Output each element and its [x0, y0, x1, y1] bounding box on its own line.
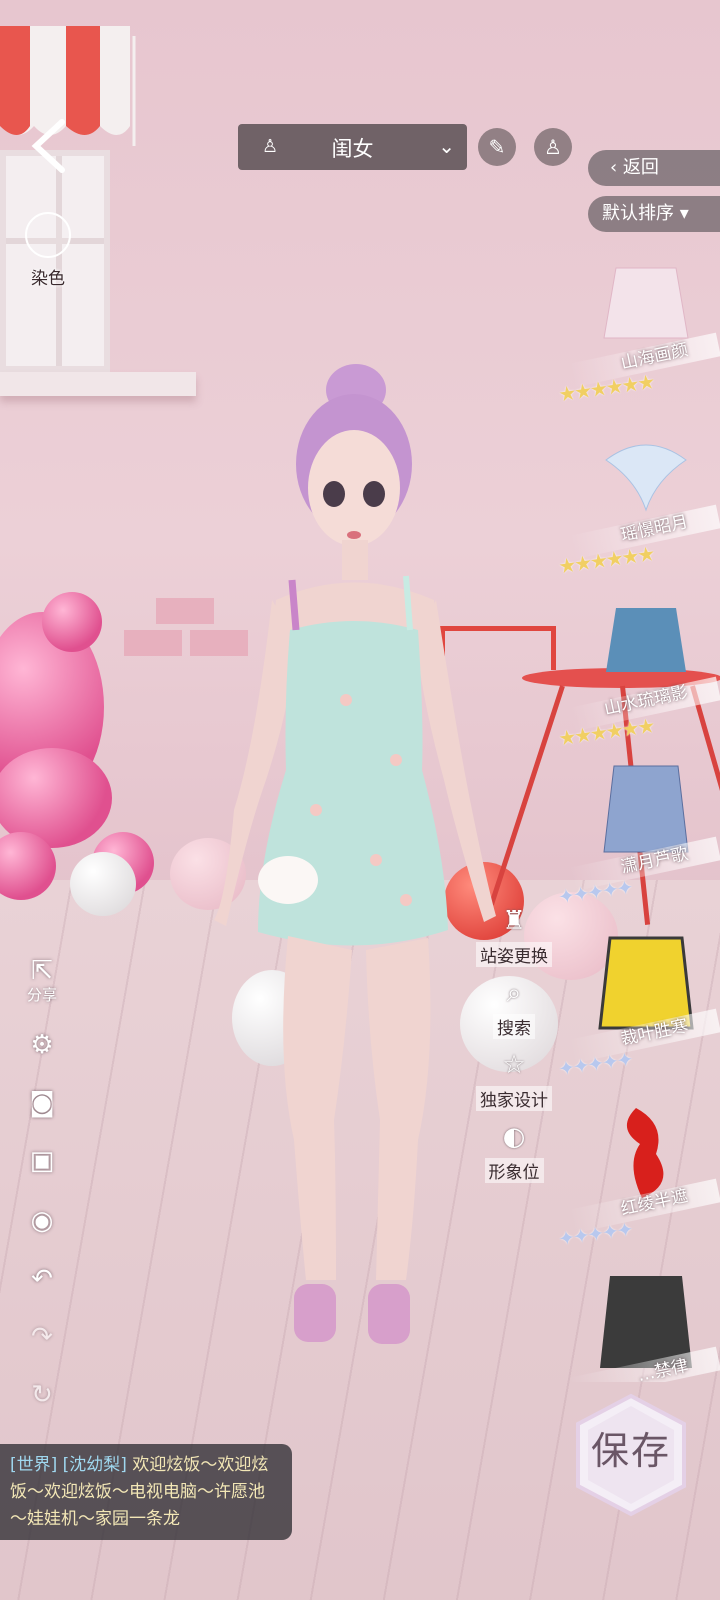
reset-icon: ↻	[31, 1380, 53, 1410]
chat-channel: [世界]	[10, 1455, 58, 1475]
dye-label: 染色	[31, 269, 65, 289]
share-label: 分享	[26, 986, 57, 1004]
undo-button[interactable]: ↶	[20, 1264, 64, 1294]
back-arrow-icon[interactable]	[24, 118, 80, 174]
clothing-item[interactable]: 裁叶胜寒 ✦✦✦✦✦	[556, 934, 720, 1102]
palette-icon	[25, 212, 71, 258]
exclusive-design-button[interactable]: ☆ 独家设计	[472, 1048, 556, 1111]
clothing-item[interactable]: 山海画颜 ★★★★★★	[556, 258, 720, 426]
clothing-item[interactable]: 山水琉璃影 ★★★★★★	[556, 602, 720, 770]
star-rating: ✦✦✦✦✦	[556, 1046, 634, 1082]
toggle-ui-button[interactable]: ◉	[20, 1206, 64, 1236]
chevron-left-icon: ‹	[610, 157, 623, 178]
eye-icon: ◉	[30, 1206, 54, 1236]
image-slot-button[interactable]: ◐ 形象位	[472, 1120, 556, 1183]
player-character	[214, 364, 496, 1344]
dye-button[interactable]: 染色	[20, 212, 76, 289]
search-button[interactable]: ⌕ 搜索	[472, 976, 556, 1039]
redo-icon: ↷	[31, 1322, 53, 1352]
sort-dropdown[interactable]: 默认排序 ▾	[588, 196, 720, 232]
share-icon: ⇱	[31, 956, 53, 986]
category-label: 闺女	[331, 137, 374, 161]
clothing-item[interactable]: …禁律	[556, 1272, 720, 1382]
undo-icon: ↶	[31, 1264, 53, 1294]
return-button[interactable]: ‹ 返回	[588, 150, 720, 186]
redo-button[interactable]: ↷	[20, 1322, 64, 1352]
world-chat-panel[interactable]: [世界] [沈幼梨] 欢迎炫饭～欢迎炫饭～欢迎炫饭～电视电脑～许愿池～娃娃机～家…	[0, 1444, 292, 1540]
clothing-item[interactable]: 潇月芦歌 ✦✦✦✦✦	[556, 762, 720, 930]
star-rating: ✦✦✦✦✦	[556, 1216, 634, 1252]
image-icon: ▣	[29, 1146, 55, 1176]
clothing-item[interactable]: 瑶憬昭月 ★★★★★★	[556, 430, 720, 598]
clothing-item[interactable]: 红绫半遮 ✦✦✦✦✦	[556, 1104, 720, 1272]
outfit-button[interactable]: ♙	[534, 128, 572, 166]
save-label: 保存	[590, 1429, 671, 1473]
balloon	[70, 852, 136, 916]
star-rating: ✦✦✦✦✦	[556, 874, 634, 910]
brush-button[interactable]: ✎	[478, 128, 516, 166]
return-label: 返回	[622, 157, 659, 178]
camera-button[interactable]: ◙	[20, 1088, 64, 1118]
person-icon: ♜	[502, 906, 526, 936]
window-sill	[0, 372, 196, 396]
share-button[interactable]: ⇱ 分享	[20, 956, 64, 1005]
gallery-button[interactable]: ▣	[20, 1146, 64, 1176]
chat-user: [沈幼梨]	[62, 1455, 127, 1475]
search-icon: ⌕	[506, 978, 522, 1008]
settings-button[interactable]: ⚙	[20, 1030, 64, 1060]
category-selector[interactable]: ♙ 闺女 ⌄	[238, 124, 467, 170]
reset-button[interactable]: ↻	[20, 1380, 64, 1410]
caret-down-icon: ▾	[674, 203, 689, 224]
sort-label: 默认排序	[602, 203, 674, 224]
change-pose-button[interactable]: ♜ 站姿更换	[472, 904, 556, 967]
star-icon: ☆	[502, 1050, 526, 1080]
dress-icon: ♙	[544, 135, 562, 159]
save-button[interactable]: 保存	[572, 1392, 690, 1518]
gear-icon: ⚙	[30, 1030, 54, 1060]
brush-icon: ✎	[488, 135, 506, 159]
portrait-icon: ◐	[502, 1122, 526, 1152]
camera-icon: ◙	[29, 1088, 55, 1118]
chevron-down-icon: ⌄	[438, 134, 455, 158]
